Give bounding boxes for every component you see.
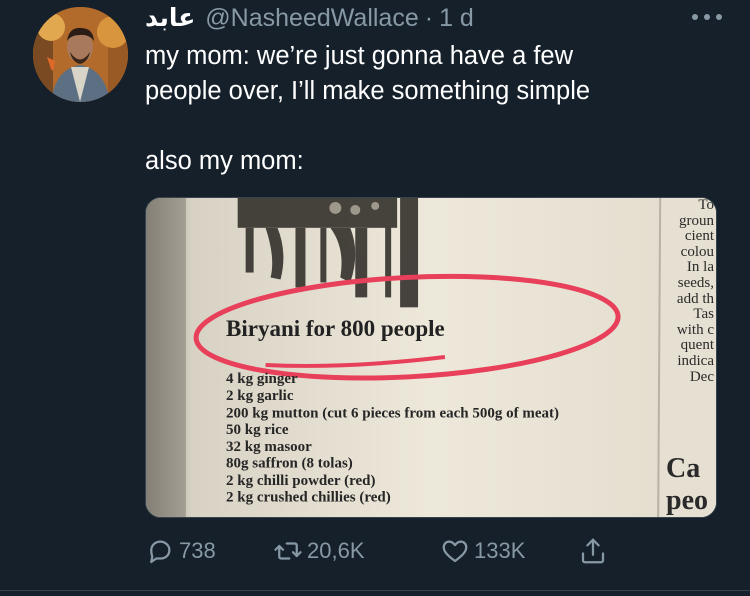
tweet-actions: 738 20,6K 133K (145, 533, 608, 569)
right-page-line: indica (677, 352, 714, 369)
right-page-line: In la (686, 259, 714, 276)
share-icon (581, 538, 605, 564)
ingredient-item: 50 kg rice (226, 422, 289, 438)
right-page-line: To (698, 198, 714, 213)
ingredient-item: 4 kg ginger (226, 371, 298, 388)
share-button[interactable] (578, 536, 608, 566)
right-page-heading-line: peo (666, 485, 708, 516)
tweet-text-line: people over, I’ll make something simple (145, 77, 591, 105)
recipe-title: Biryani for 800 people (226, 316, 445, 341)
avatar-image (33, 7, 128, 102)
right-page-heading-line: Ca (666, 453, 701, 484)
ingredient-item: 2 kg chilli powder (red) (226, 473, 376, 489)
user-handle[interactable]: @NasheedWallace (205, 4, 418, 33)
right-page-line: Tas (693, 306, 714, 323)
right-page-line: Dec (689, 368, 714, 385)
display-name[interactable]: عابد (145, 3, 195, 33)
right-page-line: with c (676, 321, 714, 338)
like-count: 133K (474, 538, 526, 563)
retweet-icon (274, 542, 302, 560)
ingredient-list: 4 kg ginger 2 kg garlic 200 kg mutton (c… (226, 371, 559, 507)
reply-icon (150, 540, 171, 564)
tweet-media-photo[interactable]: Biryani for 800 people 4 kg ginger 2 kg … (145, 197, 717, 518)
right-page-text: To groun cient colou In la seeds, add th… (672, 198, 714, 385)
timestamp[interactable]: 1 d (439, 4, 474, 33)
right-page-line: cient (684, 228, 714, 245)
tweet-text-line: also my mom: (145, 147, 304, 175)
right-page-line: groun (679, 212, 714, 229)
right-page-line: seeds, (677, 274, 714, 291)
retweet-count: 20,6K (307, 538, 365, 563)
ingredient-item: 2 kg crushed chillies (red) (226, 490, 391, 506)
avatar[interactable] (33, 7, 128, 102)
ingredient-item: 80g saffron (8 tolas) (226, 456, 353, 472)
heart-icon (442, 540, 468, 563)
more-options-icon[interactable] (692, 10, 722, 24)
tweet[interactable]: عابد @NasheedWallace · 1 d my mom: we’re… (0, 0, 750, 596)
separator-dot: · (424, 3, 434, 32)
reply-count: 738 (179, 538, 216, 563)
ingredient-item: 32 kg masoor (226, 439, 312, 455)
tweet-header: عابد @NasheedWallace · 1 d (145, 3, 474, 33)
tweet-text-line: my mom: we’re just gonna have a few (145, 42, 574, 70)
right-page-heading: Ca peo (666, 453, 716, 517)
tweet-text: my mom: we’re just gonna have a few peop… (145, 39, 725, 179)
reply-button[interactable]: 738 (145, 536, 273, 566)
right-page-line: quent (680, 337, 714, 354)
right-page-line: colou (680, 243, 714, 260)
right-page-line: add th (676, 290, 714, 307)
like-button[interactable]: 133K (440, 536, 578, 566)
ingredient-item: 200 kg mutton (cut 6 pieces from each 50… (226, 405, 559, 421)
ingredient-item: 2 kg garlic (226, 388, 294, 405)
divider (0, 590, 750, 591)
retweet-button[interactable]: 20,6K (273, 536, 440, 566)
